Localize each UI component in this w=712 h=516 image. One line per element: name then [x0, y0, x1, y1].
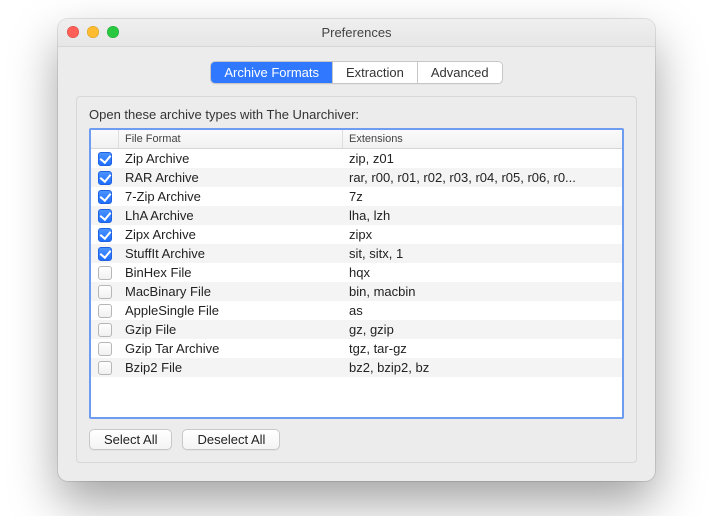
row-format: Bzip2 File — [119, 360, 343, 375]
col-file-format[interactable]: File Format — [119, 130, 343, 148]
row-extensions: tgz, tar-gz — [343, 341, 622, 356]
checkbox[interactable] — [98, 152, 112, 166]
table-body: Zip Archivezip, z01RAR Archiverar, r00, … — [91, 149, 622, 417]
row-format: 7-Zip Archive — [119, 189, 343, 204]
row-format: Zip Archive — [119, 151, 343, 166]
checkbox[interactable] — [98, 361, 112, 375]
row-checkbox-cell — [91, 285, 119, 299]
table-row[interactable]: Gzip Filegz, gzip — [91, 320, 622, 339]
table-row[interactable]: RAR Archiverar, r00, r01, r02, r03, r04,… — [91, 168, 622, 187]
row-extensions: bz2, bzip2, bz — [343, 360, 622, 375]
panel-caption: Open these archive types with The Unarch… — [89, 107, 624, 122]
row-extensions: gz, gzip — [343, 322, 622, 337]
checkbox[interactable] — [98, 342, 112, 356]
tab-bar: Archive FormatsExtractionAdvanced — [76, 61, 637, 84]
row-extensions: bin, macbin — [343, 284, 622, 299]
minimize-icon[interactable] — [87, 26, 99, 38]
row-checkbox-cell — [91, 323, 119, 337]
row-format: StuffIt Archive — [119, 246, 343, 261]
checkbox[interactable] — [98, 190, 112, 204]
table-row[interactable]: Zipx Archivezipx — [91, 225, 622, 244]
col-extensions[interactable]: Extensions — [343, 130, 622, 148]
formats-table[interactable]: File Format Extensions Zip Archivezip, z… — [89, 128, 624, 419]
table-row[interactable]: 7-Zip Archive7z — [91, 187, 622, 206]
row-checkbox-cell — [91, 361, 119, 375]
row-extensions: hqx — [343, 265, 622, 280]
row-format: Zipx Archive — [119, 227, 343, 242]
row-extensions: as — [343, 303, 622, 318]
row-checkbox-cell — [91, 304, 119, 318]
window-controls — [67, 26, 119, 38]
checkbox[interactable] — [98, 228, 112, 242]
row-checkbox-cell — [91, 190, 119, 204]
table-row[interactable]: Zip Archivezip, z01 — [91, 149, 622, 168]
window-title: Preferences — [321, 25, 391, 40]
select-all-button[interactable]: Select All — [89, 429, 172, 450]
close-icon[interactable] — [67, 26, 79, 38]
row-checkbox-cell — [91, 266, 119, 280]
row-extensions: sit, sitx, 1 — [343, 246, 622, 261]
row-extensions: zip, z01 — [343, 151, 622, 166]
row-format: Gzip File — [119, 322, 343, 337]
checkbox[interactable] — [98, 285, 112, 299]
preferences-window: Preferences Archive FormatsExtractionAdv… — [58, 19, 655, 481]
table-row[interactable]: LhA Archivelha, lzh — [91, 206, 622, 225]
table-row[interactable]: Bzip2 Filebz2, bzip2, bz — [91, 358, 622, 377]
checkbox[interactable] — [98, 209, 112, 223]
checkbox[interactable] — [98, 247, 112, 261]
row-format: BinHex File — [119, 265, 343, 280]
row-format: AppleSingle File — [119, 303, 343, 318]
table-header: File Format Extensions — [91, 130, 622, 149]
row-checkbox-cell — [91, 171, 119, 185]
row-checkbox-cell — [91, 152, 119, 166]
row-format: Gzip Tar Archive — [119, 341, 343, 356]
titlebar: Preferences — [58, 19, 655, 47]
row-checkbox-cell — [91, 228, 119, 242]
table-row[interactable]: MacBinary Filebin, macbin — [91, 282, 622, 301]
col-checkbox — [91, 130, 119, 148]
tab-advanced[interactable]: Advanced — [418, 62, 502, 83]
row-extensions: lha, lzh — [343, 208, 622, 223]
table-row[interactable]: StuffIt Archivesit, sitx, 1 — [91, 244, 622, 263]
checkbox[interactable] — [98, 304, 112, 318]
row-format: RAR Archive — [119, 170, 343, 185]
formats-panel: Open these archive types with The Unarch… — [76, 96, 637, 463]
table-row[interactable]: BinHex Filehqx — [91, 263, 622, 282]
table-row[interactable]: Gzip Tar Archivetgz, tar-gz — [91, 339, 622, 358]
zoom-icon[interactable] — [107, 26, 119, 38]
row-extensions: zipx — [343, 227, 622, 242]
checkbox[interactable] — [98, 171, 112, 185]
row-checkbox-cell — [91, 247, 119, 261]
table-row[interactable]: AppleSingle Fileas — [91, 301, 622, 320]
row-extensions: rar, r00, r01, r02, r03, r04, r05, r06, … — [343, 170, 622, 185]
row-format: LhA Archive — [119, 208, 343, 223]
row-extensions: 7z — [343, 189, 622, 204]
row-format: MacBinary File — [119, 284, 343, 299]
deselect-all-button[interactable]: Deselect All — [182, 429, 280, 450]
button-row: Select All Deselect All — [89, 429, 624, 450]
tab-archive-formats[interactable]: Archive Formats — [211, 62, 333, 83]
content: Archive FormatsExtractionAdvanced Open t… — [58, 47, 655, 481]
row-checkbox-cell — [91, 342, 119, 356]
checkbox[interactable] — [98, 323, 112, 337]
checkbox[interactable] — [98, 266, 112, 280]
tab-extraction[interactable]: Extraction — [333, 62, 418, 83]
row-checkbox-cell — [91, 209, 119, 223]
